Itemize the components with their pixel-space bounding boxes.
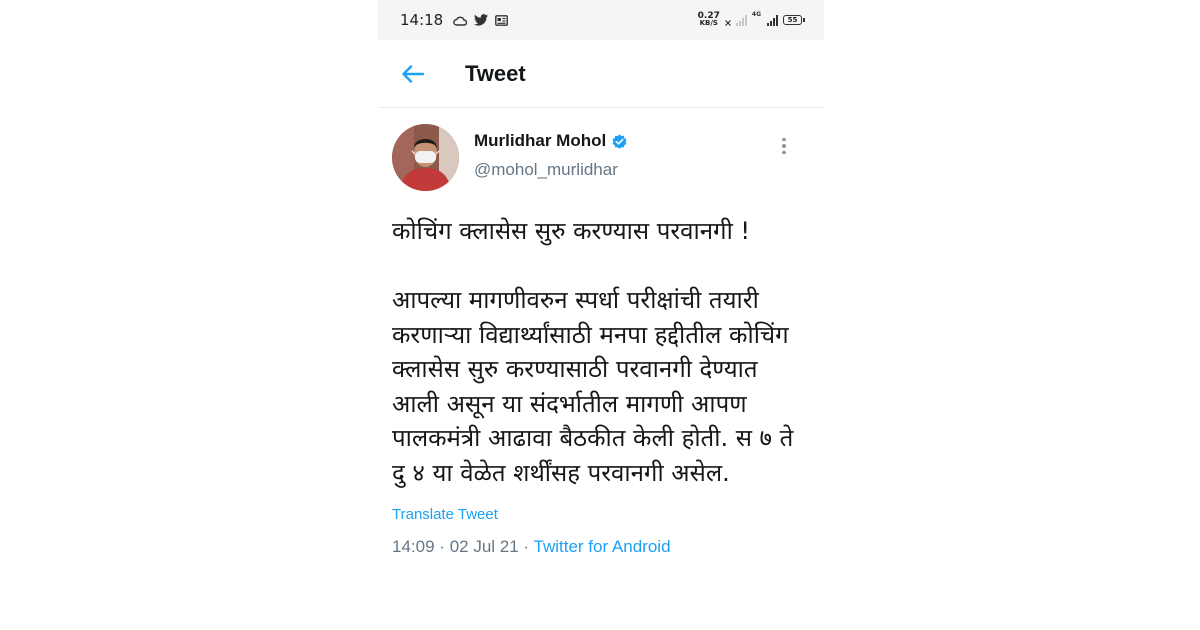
tweet-source-link[interactable]: Twitter for Android xyxy=(534,537,671,556)
avatar[interactable] xyxy=(392,124,459,191)
author-name[interactable]: Murlidhar Mohol xyxy=(474,131,606,151)
status-bar: 14:18 0.27 KB/S 4G 55 xyxy=(378,0,824,40)
cloud-icon xyxy=(453,11,468,30)
signal-icon-sim1 xyxy=(735,14,747,26)
status-icons-right: 0.27 KB/S 4G 55 xyxy=(698,10,805,30)
signal-icon-sim2 xyxy=(767,14,778,26)
net-speed-unit: KB/S xyxy=(699,19,718,27)
page-title: Tweet xyxy=(465,60,526,86)
tweet-date: 02 Jul 21 xyxy=(449,537,519,556)
status-time: 14:18 xyxy=(400,11,444,29)
top-bar: Tweet xyxy=(378,40,824,108)
tweet-author-row: Murlidhar Mohol @mohol_murlidhar xyxy=(392,124,810,191)
author-meta: Murlidhar Mohol @mohol_murlidhar xyxy=(474,124,628,180)
author-handle[interactable]: @mohol_murlidhar xyxy=(474,160,628,180)
more-options-button[interactable] xyxy=(774,134,794,158)
status-icons-left xyxy=(453,11,509,30)
translate-tweet-link[interactable]: Translate Tweet xyxy=(392,506,498,523)
battery-icon: 55 xyxy=(783,15,805,25)
phone-screen: 14:18 0.27 KB/S 4G 55 Tweet Murlidhar Mo… xyxy=(378,0,824,630)
signal-label: 4G xyxy=(751,10,761,18)
tweet-detail: Murlidhar Mohol @mohol_murlidhar कोचिंग … xyxy=(378,108,824,557)
more-vertical-icon xyxy=(782,137,786,142)
net-speed: 0.27 KB/S xyxy=(698,12,720,27)
battery-level: 55 xyxy=(787,16,798,24)
author-name-row[interactable]: Murlidhar Mohol xyxy=(474,131,628,151)
news-card-icon xyxy=(495,11,509,30)
verified-badge-icon xyxy=(612,133,627,149)
meta-separator: · xyxy=(523,537,530,556)
tweet-time: 14:09 xyxy=(392,537,435,556)
back-button[interactable] xyxy=(398,59,428,89)
no-sim-icon xyxy=(724,11,731,30)
tweet-text: कोचिंग क्लासेस सुरु करण्यास परवानगी ! आप… xyxy=(392,217,794,487)
tweet-meta: 14:09 · 02 Jul 21 · Twitter for Android xyxy=(392,537,810,557)
meta-separator: · xyxy=(439,537,445,556)
arrow-left-icon xyxy=(402,64,424,83)
twitter-bird-icon xyxy=(474,11,489,30)
